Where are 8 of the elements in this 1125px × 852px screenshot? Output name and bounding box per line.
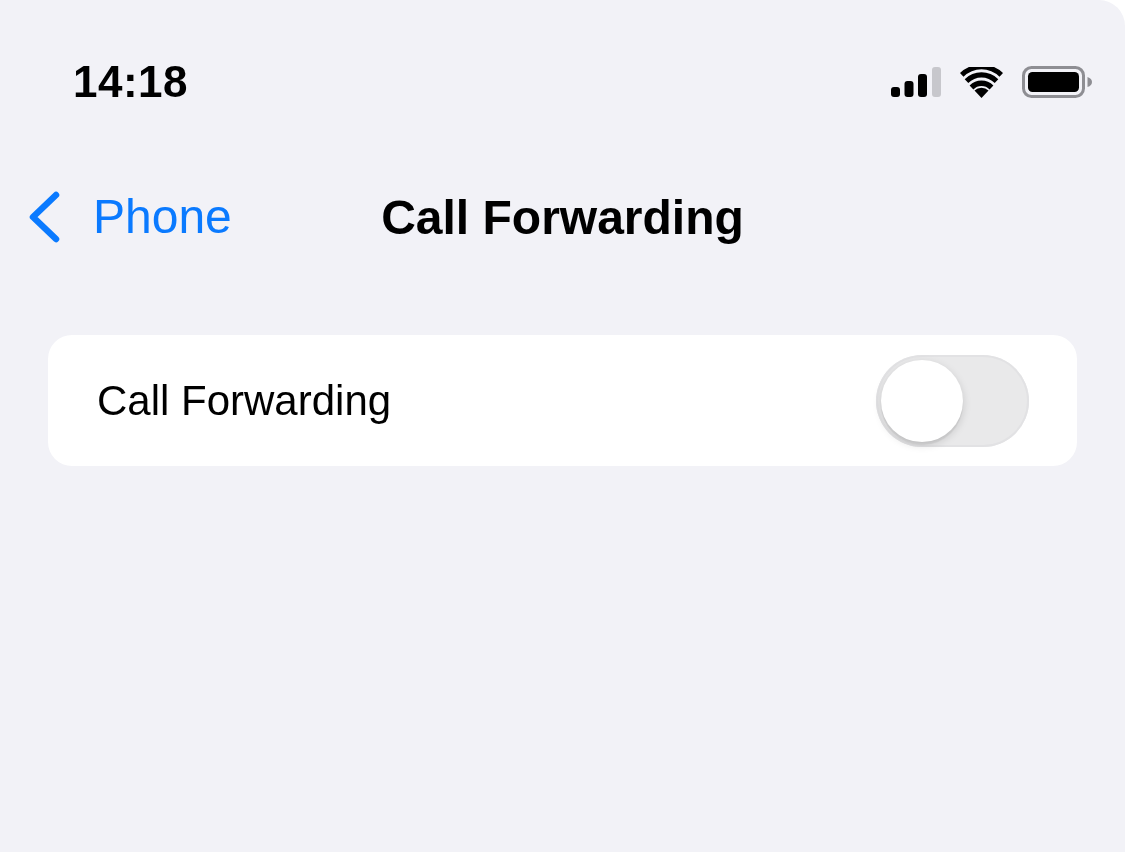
row-label: Call Forwarding	[97, 376, 392, 425]
wifi-icon	[960, 66, 1003, 98]
nav-title: Call Forwarding	[381, 189, 744, 245]
signal-icon	[891, 67, 941, 97]
back-button[interactable]: Phone	[28, 190, 232, 244]
status-time: 14:18	[73, 57, 189, 107]
chevron-left-icon	[28, 191, 60, 243]
battery-icon	[1022, 66, 1092, 98]
